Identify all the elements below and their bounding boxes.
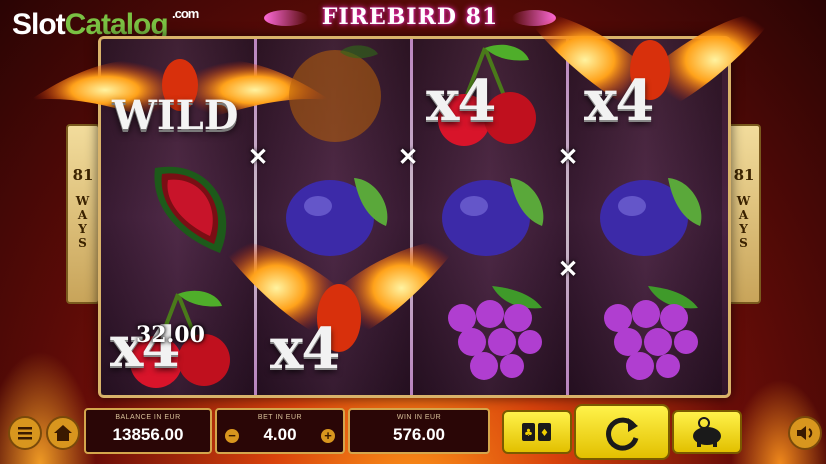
cross-icon: ✕ <box>397 144 419 171</box>
sound-button[interactable] <box>788 416 822 450</box>
ways-letter: Y <box>78 222 88 236</box>
multiplier-x4: x4 <box>426 68 496 134</box>
sound-icon <box>797 426 813 440</box>
menu-button[interactable] <box>8 416 42 450</box>
watermark-domain: .com <box>172 6 199 21</box>
game-title-text: FIREBIRD 81 <box>321 4 499 30</box>
spin-button[interactable] <box>574 404 670 460</box>
bet-panel: BET IN EUR 4.00 − + <box>215 408 345 454</box>
ways-letter: Y <box>739 222 749 236</box>
ways-letter: A <box>77 208 89 222</box>
balance-label: BALANCE IN EUR <box>115 414 181 421</box>
ways-letter: A <box>738 208 750 222</box>
ways-word: W A Y S <box>729 194 759 250</box>
wild-label: WILD <box>112 92 239 139</box>
cross-icon: ✕ <box>557 144 579 171</box>
home-icon <box>54 425 72 441</box>
plum-icon <box>600 178 702 256</box>
spin-icon <box>606 417 639 451</box>
ways-word: W A Y S <box>68 194 98 250</box>
win-panel: WIN IN EUR 576.00 <box>348 408 490 454</box>
balance-value: 13856.00 <box>112 425 184 444</box>
win-label: WIN IN EUR <box>396 414 442 421</box>
balance-panel: BALANCE IN EUR 13856.00 <box>84 408 212 454</box>
game-title: FIREBIRD 81 <box>264 4 556 34</box>
phoenix-icon <box>214 238 464 352</box>
bet-label: BET IN EUR <box>257 414 303 421</box>
cards-icon: ♣ ♦ <box>522 423 551 441</box>
win-value: 576.00 <box>393 425 445 444</box>
grapes-icon <box>448 286 542 380</box>
watermark-part1: Slot <box>12 8 66 41</box>
gamble-button[interactable]: ♣ ♦ <box>502 410 572 454</box>
menu-icon <box>18 427 32 440</box>
multiplier-x4: x4 <box>270 316 340 382</box>
ways-letter: W <box>736 194 752 208</box>
grapes-icon <box>604 286 698 380</box>
orange-icon <box>289 45 381 142</box>
multiplier-x4: x4 <box>584 68 654 134</box>
svg-text:♣: ♣ <box>524 428 533 439</box>
piggy-bank-icon <box>693 417 721 447</box>
svg-text:♦: ♦ <box>540 428 549 439</box>
left-wing-icon <box>264 10 308 26</box>
bet-decrease-button[interactable]: − <box>225 429 239 443</box>
ways-letter: S <box>78 236 88 250</box>
ways-number: 81 <box>72 166 94 184</box>
autoplay-button[interactable] <box>672 410 742 454</box>
reel-win-amount: 32.00 <box>136 322 205 348</box>
plum-icon <box>442 178 544 256</box>
home-button[interactable] <box>46 416 80 450</box>
bet-increase-button[interactable]: + <box>321 429 335 443</box>
cross-icon: ✕ <box>247 144 269 171</box>
ways-letter: W <box>75 194 91 208</box>
ways-letter: S <box>739 236 749 250</box>
cross-icon: ✕ <box>557 256 579 283</box>
